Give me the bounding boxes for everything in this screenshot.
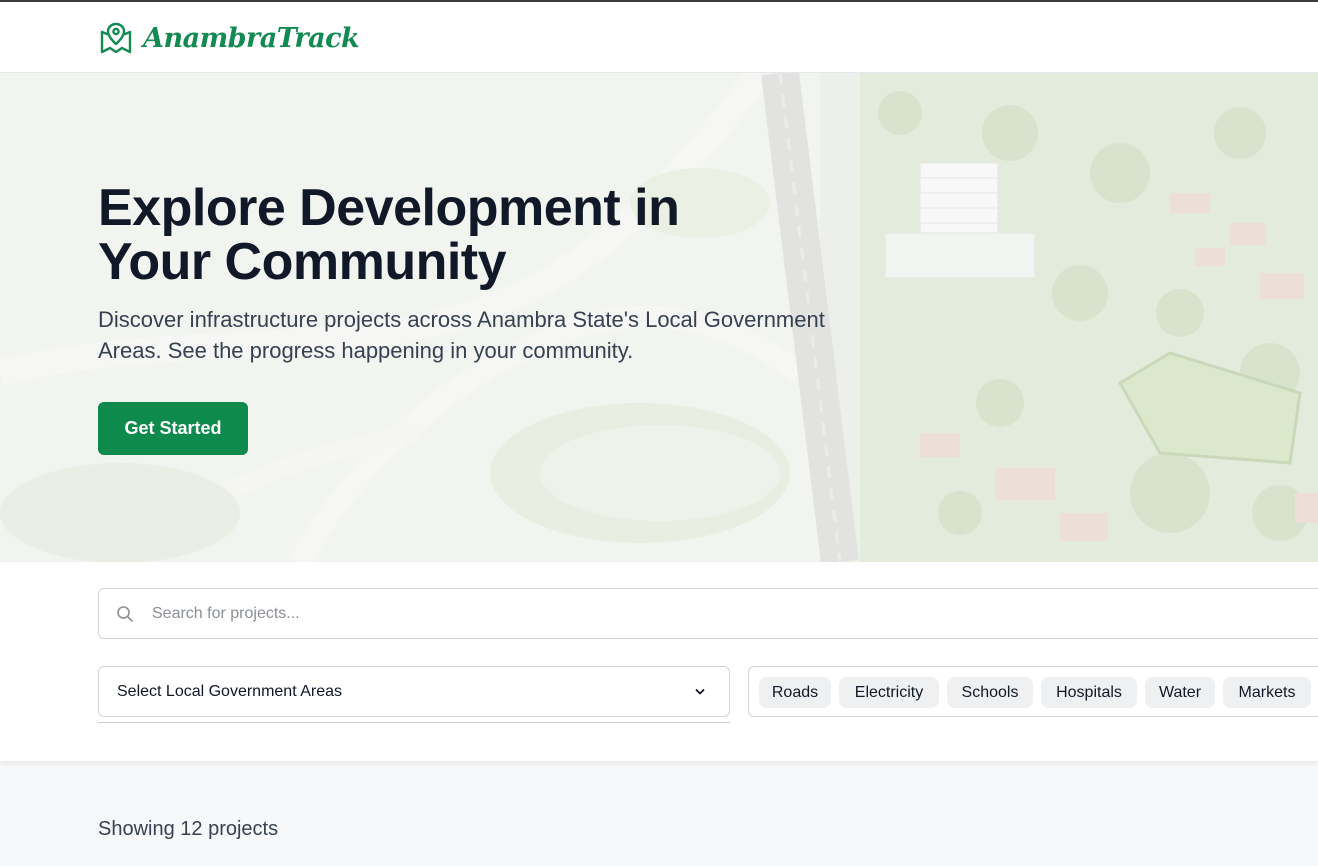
- search-icon: [117, 606, 133, 622]
- hero-subtitle: Discover infrastructure projects across …: [98, 307, 825, 363]
- category-chip-schools[interactable]: Schools: [947, 677, 1033, 708]
- category-chip-electricity[interactable]: Electricity: [839, 677, 939, 708]
- category-chip-roads[interactable]: Roads: [759, 677, 831, 708]
- logo-text: AnambraTrack: [143, 22, 360, 54]
- category-chip-markets[interactable]: Markets: [1223, 677, 1311, 708]
- lga-select-underline: [98, 722, 730, 723]
- get-started-button[interactable]: Get Started: [98, 402, 248, 455]
- category-filter-bar: Roads Electricity Schools Hospitals Wate…: [748, 666, 1318, 717]
- logo[interactable]: AnambraTrack: [99, 21, 360, 55]
- hero-title: Explore Development in Your Community: [98, 179, 680, 291]
- site-header: AnambraTrack: [0, 2, 1318, 73]
- category-chip-hospitals[interactable]: Hospitals: [1041, 677, 1137, 708]
- results-summary: Showing 12 projects: [98, 818, 279, 840]
- lga-select-value: Select Local Government Areas: [117, 683, 343, 700]
- lga-select[interactable]: Select Local Government Areas: [98, 666, 730, 717]
- chevron-down-icon: [695, 689, 705, 695]
- search-input[interactable]: [152, 601, 1252, 627]
- search-box[interactable]: [98, 588, 1318, 639]
- hero-section: Explore Development in Your Community Di…: [0, 73, 1318, 562]
- category-chip-water[interactable]: Water: [1145, 677, 1215, 708]
- map-pin-icon: [100, 22, 132, 54]
- filters-panel: Select Local Government Areas Roads Elec…: [0, 562, 1318, 762]
